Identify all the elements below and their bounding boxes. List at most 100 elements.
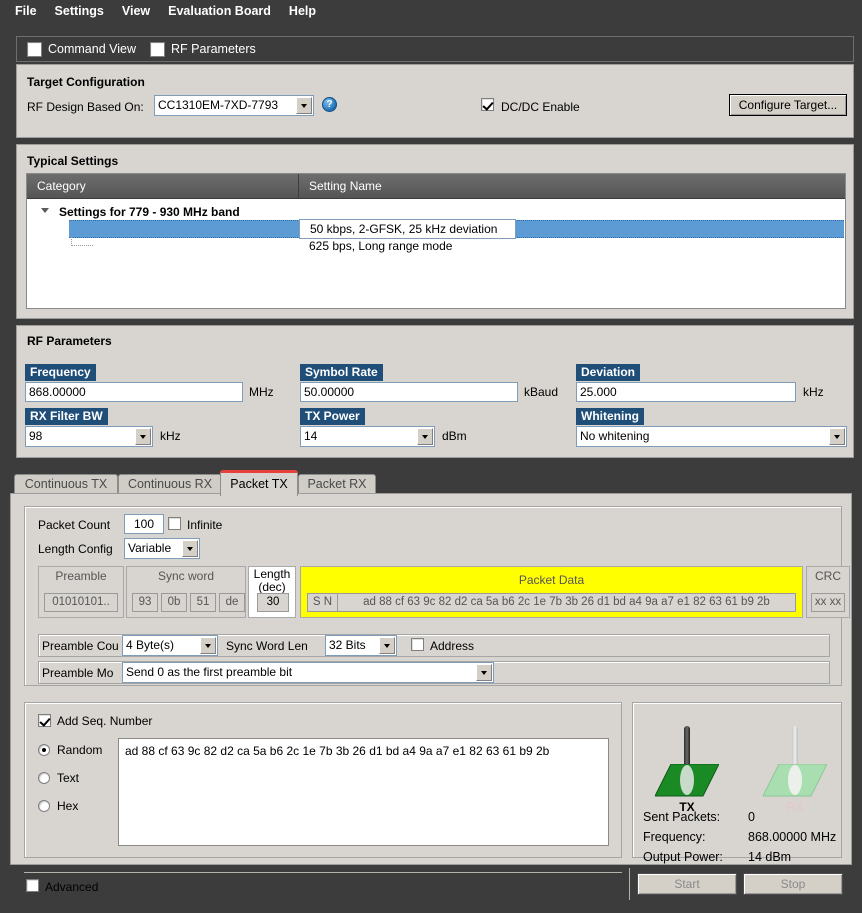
radio-hex[interactable] — [38, 800, 50, 812]
help-icon[interactable]: ? — [322, 97, 337, 112]
rf-parameters-label: RF Parameters — [171, 42, 256, 56]
view-toolbar: Command View RF Parameters — [16, 36, 854, 62]
length-field: Length (dec) 30 — [248, 566, 296, 618]
packet-data-field: Packet Data S N ad 88 cf 63 9c 82 d2 ca … — [300, 566, 803, 618]
radio-text[interactable] — [38, 772, 50, 784]
tree-row[interactable]: 625 bps, Long range mode — [27, 237, 845, 254]
menu-item-view[interactable]: View — [113, 2, 159, 20]
typical-settings-title: Typical Settings — [27, 154, 119, 168]
preamble-count-label: Preamble Cou — [42, 639, 119, 653]
sync-byte-2[interactable]: 51 — [190, 593, 216, 612]
preamble-value[interactable]: 01010101.. — [44, 593, 118, 612]
radio-hex-label: Hex — [57, 799, 79, 813]
radio-random[interactable] — [38, 744, 50, 756]
preamble-caption: Preamble — [55, 569, 107, 583]
whitening-select[interactable]: No whitening — [576, 426, 847, 447]
length-config-select[interactable]: Variable — [124, 538, 200, 559]
output-power-label: Output Power: — [643, 850, 723, 864]
deviation-input[interactable]: 25.000 — [576, 382, 796, 402]
rf-parameters-checkbox[interactable] — [150, 41, 166, 57]
menu-item-help[interactable]: Help — [280, 2, 325, 20]
target-configuration-title: Target Configuration — [27, 75, 145, 89]
length-value[interactable]: 30 — [257, 593, 289, 612]
tx-power-value: 14 — [304, 429, 318, 443]
tx-power-select[interactable]: 14 — [300, 426, 435, 447]
tab-continuous-rx[interactable]: Continuous RX — [118, 474, 222, 495]
packet-data-value-row[interactable]: S N ad 88 cf 63 9c 82 d2 ca 5a b6 2c 1e … — [307, 593, 796, 612]
tx-power-unit: dBm — [442, 429, 467, 443]
chevron-down-icon[interactable] — [296, 97, 312, 114]
infinite-checkbox[interactable] — [168, 517, 181, 530]
sync-byte-0[interactable]: 93 — [132, 593, 158, 612]
command-view-checkbox[interactable] — [27, 41, 42, 57]
preamble-mode-label: Preamble Mo — [42, 666, 114, 680]
tx-antenna-dish — [654, 763, 720, 798]
chevron-down-icon[interactable] — [200, 637, 216, 654]
tree-row-label: 50 kbps, 2-GFSK, 25 kHz deviation — [299, 218, 517, 239]
chevron-down-icon[interactable] — [829, 428, 845, 445]
tree-group-row[interactable]: Settings for 779 - 930 MHz band — [27, 203, 845, 220]
output-power-value: 14 dBm — [748, 850, 792, 864]
rf-design-value: CC1310EM-7XD-7793 — [158, 98, 279, 112]
payload-textarea[interactable]: ad 88 cf 63 9c 82 d2 ca 5a b6 2c 1e 7b 3… — [118, 738, 609, 846]
chevron-down-icon[interactable] — [379, 637, 395, 654]
configure-target-button[interactable]: Configure Target... — [729, 94, 847, 116]
tab-packet-rx[interactable]: Packet RX — [298, 474, 376, 495]
collapse-triangle-icon[interactable] — [41, 208, 49, 213]
rx-antenna-label: RX — [786, 800, 804, 814]
tab-packet-tx[interactable]: Packet TX — [220, 470, 298, 496]
tree-group-label: Settings for 779 - 930 MHz band — [59, 204, 240, 219]
chevron-down-icon[interactable] — [135, 428, 151, 445]
frequency-input[interactable]: 868.00000 — [25, 382, 243, 402]
rf-parameters-title: RF Parameters — [27, 334, 112, 348]
advanced-label: Advanced — [45, 880, 99, 894]
dcdc-enable-label: DC/DC Enable — [501, 100, 580, 114]
rx-filter-bw-select[interactable]: 98 — [25, 426, 153, 447]
menu-item-settings[interactable]: Settings — [46, 2, 113, 20]
sync-word-length-select[interactable]: 32 Bits — [325, 635, 397, 656]
frequency-status-value: 868.00000 MHz — [748, 830, 837, 844]
radio-random-label: Random — [57, 743, 103, 757]
sync-byte-3[interactable]: de — [219, 593, 245, 612]
packet-count-label: Packet Count — [38, 518, 111, 532]
rx-filter-bw-unit: kHz — [160, 429, 181, 443]
frequency-unit: MHz — [249, 385, 274, 399]
advanced-checkbox[interactable] — [26, 879, 39, 892]
typical-settings-tree[interactable]: Category Setting Name Settings for 779 -… — [26, 173, 846, 309]
column-header-setting-name[interactable]: Setting Name — [299, 174, 845, 198]
preamble-count-value: 4 Byte(s) — [126, 638, 175, 652]
rx-antenna-dish — [762, 763, 828, 798]
deviation-unit: kHz — [803, 385, 824, 399]
tx-antenna-icon: TX — [654, 726, 720, 818]
rx-filter-bw-label: RX Filter BW — [25, 408, 108, 425]
tab-continuous-tx[interactable]: Continuous TX — [14, 474, 118, 495]
sent-packets-label: Sent Packets: — [643, 810, 721, 824]
rf-design-select[interactable]: CC1310EM-7XD-7793 — [154, 95, 314, 116]
symbol-rate-input[interactable]: 50.00000 — [300, 382, 518, 402]
chevron-down-icon[interactable] — [417, 428, 433, 445]
preamble-mode-select[interactable]: Send 0 as the first preamble bit — [122, 662, 494, 683]
stop-button[interactable]: Stop — [743, 873, 843, 895]
chevron-down-icon[interactable] — [182, 540, 198, 557]
chevron-down-icon[interactable] — [476, 664, 492, 681]
dcdc-enable-checkbox[interactable] — [481, 98, 494, 111]
toggle-command-view[interactable]: Command View — [27, 41, 137, 57]
sync-byte-1[interactable]: 0b — [161, 593, 187, 612]
symbol-rate-unit: kBaud — [524, 385, 559, 399]
tx-power-label: TX Power — [300, 408, 365, 425]
menu-item-file[interactable]: File — [6, 2, 46, 20]
crc-field: CRC xx xx — [806, 566, 850, 618]
preamble-count-select[interactable]: 4 Byte(s) — [122, 635, 218, 656]
command-view-label: Command View — [48, 42, 137, 56]
add-seq-number-checkbox[interactable] — [38, 714, 51, 727]
start-button[interactable]: Start — [637, 873, 737, 895]
toggle-rf-parameters[interactable]: RF Parameters — [150, 41, 256, 57]
menu-item-evaluation-board[interactable]: Evaluation Board — [159, 2, 280, 20]
packet-count-input[interactable]: 100 — [124, 514, 164, 534]
whitening-label: Whitening — [576, 408, 644, 425]
tree-header: Category Setting Name — [27, 174, 845, 199]
tree-row-selected[interactable]: 50 kbps, 2-GFSK, 25 kHz deviation — [27, 218, 845, 239]
address-checkbox[interactable] — [411, 638, 424, 651]
length-config-label: Length Config — [38, 542, 113, 556]
column-header-category[interactable]: Category — [27, 174, 299, 198]
